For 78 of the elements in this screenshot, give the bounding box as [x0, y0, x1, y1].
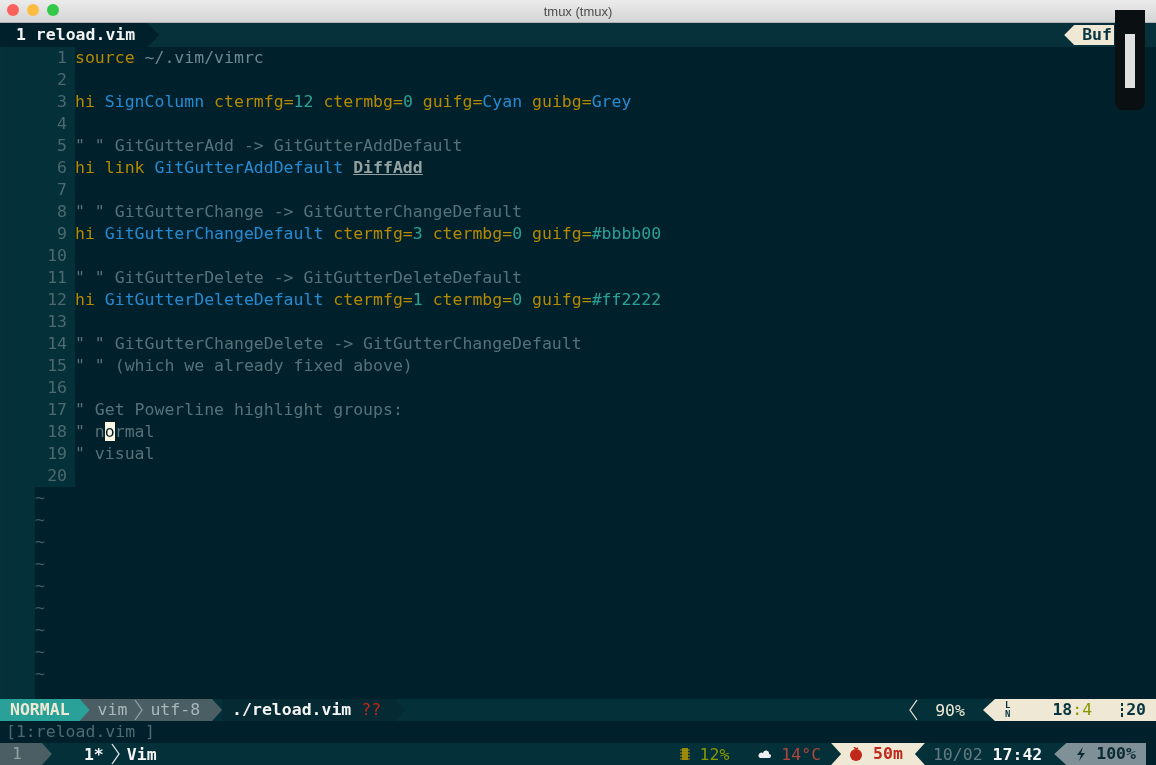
line-number: 7	[35, 179, 75, 201]
filetype-label: vim	[97, 699, 128, 721]
line-number: 19	[35, 443, 75, 465]
line-number: 11	[35, 267, 75, 289]
close-button[interactable]	[7, 4, 19, 16]
chevron-icon	[133, 699, 145, 721]
code-line: hi link GitGutterAddDefault DiffAdd	[75, 157, 423, 179]
line-number: 18	[35, 421, 75, 443]
time-label: 17:42	[992, 744, 1043, 764]
code-line: " visual	[75, 443, 155, 465]
encoding-label: utf-8	[150, 699, 201, 721]
window-name[interactable]: Vim	[120, 744, 157, 764]
cpu-chip-icon	[679, 747, 690, 761]
session-label: 1	[0, 743, 52, 765]
code-line: " Get Powerline highlight groups:	[75, 399, 403, 421]
code-line: hi GitGutterDeleteDefault ctermfg=1 ctermbg=0 guifg=#ff2222	[75, 289, 662, 311]
line-value: 18	[1052, 699, 1073, 721]
scroll-percent: 90%	[934, 700, 966, 720]
line-number: 14	[35, 333, 75, 355]
chevron-icon	[908, 699, 920, 721]
line-glyph: LN	[1004, 701, 1011, 719]
line-number: 8	[35, 201, 75, 223]
line-number: 20	[35, 465, 75, 487]
empty-line-marker: ~	[35, 619, 45, 641]
code-line: " " GitGutterChange -> GitGutterChangeDefault	[75, 201, 523, 223]
temperature: 14°C	[781, 744, 822, 764]
code-line: " " (which we already fixed above)	[75, 355, 413, 377]
pomodoro-timer: 50m	[873, 743, 903, 765]
empty-line-marker: ~	[35, 487, 45, 509]
line-number: 3	[35, 91, 75, 113]
column-value: :4	[1072, 699, 1093, 721]
buffers-label: Buf	[1064, 25, 1114, 45]
empty-line-marker: ~	[35, 531, 45, 553]
line-number: 5	[35, 135, 75, 157]
minimize-button[interactable]	[27, 4, 39, 16]
code-line: " " GitGutterDelete -> GitGutterDeleteDefault	[75, 267, 523, 289]
buffer-tab[interactable]: 1 reload.vim	[0, 23, 160, 47]
line-number: 12	[35, 289, 75, 311]
lightning-icon	[1076, 747, 1087, 761]
line-number: 4	[35, 113, 75, 135]
command-line-text: [1:reload.vim ]	[6, 722, 155, 741]
file-name: ./reload.vim	[232, 699, 352, 721]
zoom-button[interactable]	[47, 4, 59, 16]
code-line: " normal	[75, 421, 155, 443]
line-number: 13	[35, 311, 75, 333]
cpu-usage: 12%	[699, 744, 730, 764]
file-flags: ??	[361, 699, 382, 721]
line-number: 2	[35, 69, 75, 91]
empty-line-marker: ~	[35, 597, 45, 619]
total-lines: 20	[1126, 699, 1146, 721]
line-number: 15	[35, 355, 75, 377]
window-title: tmux (tmux)	[543, 3, 613, 19]
tomato-icon	[849, 747, 864, 761]
line-number: 10	[35, 245, 75, 267]
line-number: 9	[35, 223, 75, 245]
chevron-icon	[109, 743, 121, 765]
code-line: " " GitGutterAdd -> GitGutterAddDefault	[75, 135, 463, 157]
line-number: 6	[35, 157, 75, 179]
date-label: 10/02	[932, 744, 983, 764]
scrollbar[interactable]	[1115, 10, 1145, 110]
code-line: " " GitGutterChangeDelete -> GitGutterChangeDefault	[75, 333, 582, 355]
code-line: hi GitGutterChangeDefault ctermfg=3 ctermbg=0 guifg=#bbbb00	[75, 223, 662, 245]
scrollbar-thumb[interactable]	[1125, 34, 1135, 88]
battery-level: 100%	[1096, 743, 1136, 765]
code-line: source ~/.vim/vimrc	[75, 47, 264, 69]
empty-line-marker: ~	[35, 663, 45, 685]
empty-line-marker: ~	[35, 509, 45, 531]
window-index[interactable]: 1*	[51, 744, 110, 764]
empty-line-marker: ~	[35, 553, 45, 575]
empty-line-marker: ~	[35, 641, 45, 663]
mode-indicator: NORMAL	[0, 699, 90, 721]
empty-line-marker: ~	[35, 575, 45, 597]
line-number: 1	[35, 47, 75, 69]
code-line: hi SignColumn ctermfg=12 ctermbg=0 guifg=Cyan guibg=Grey	[75, 91, 632, 113]
cloud-icon	[757, 749, 772, 759]
line-number: 16	[35, 377, 75, 399]
column-icon	[1120, 702, 1125, 718]
line-number: 17	[35, 399, 75, 421]
